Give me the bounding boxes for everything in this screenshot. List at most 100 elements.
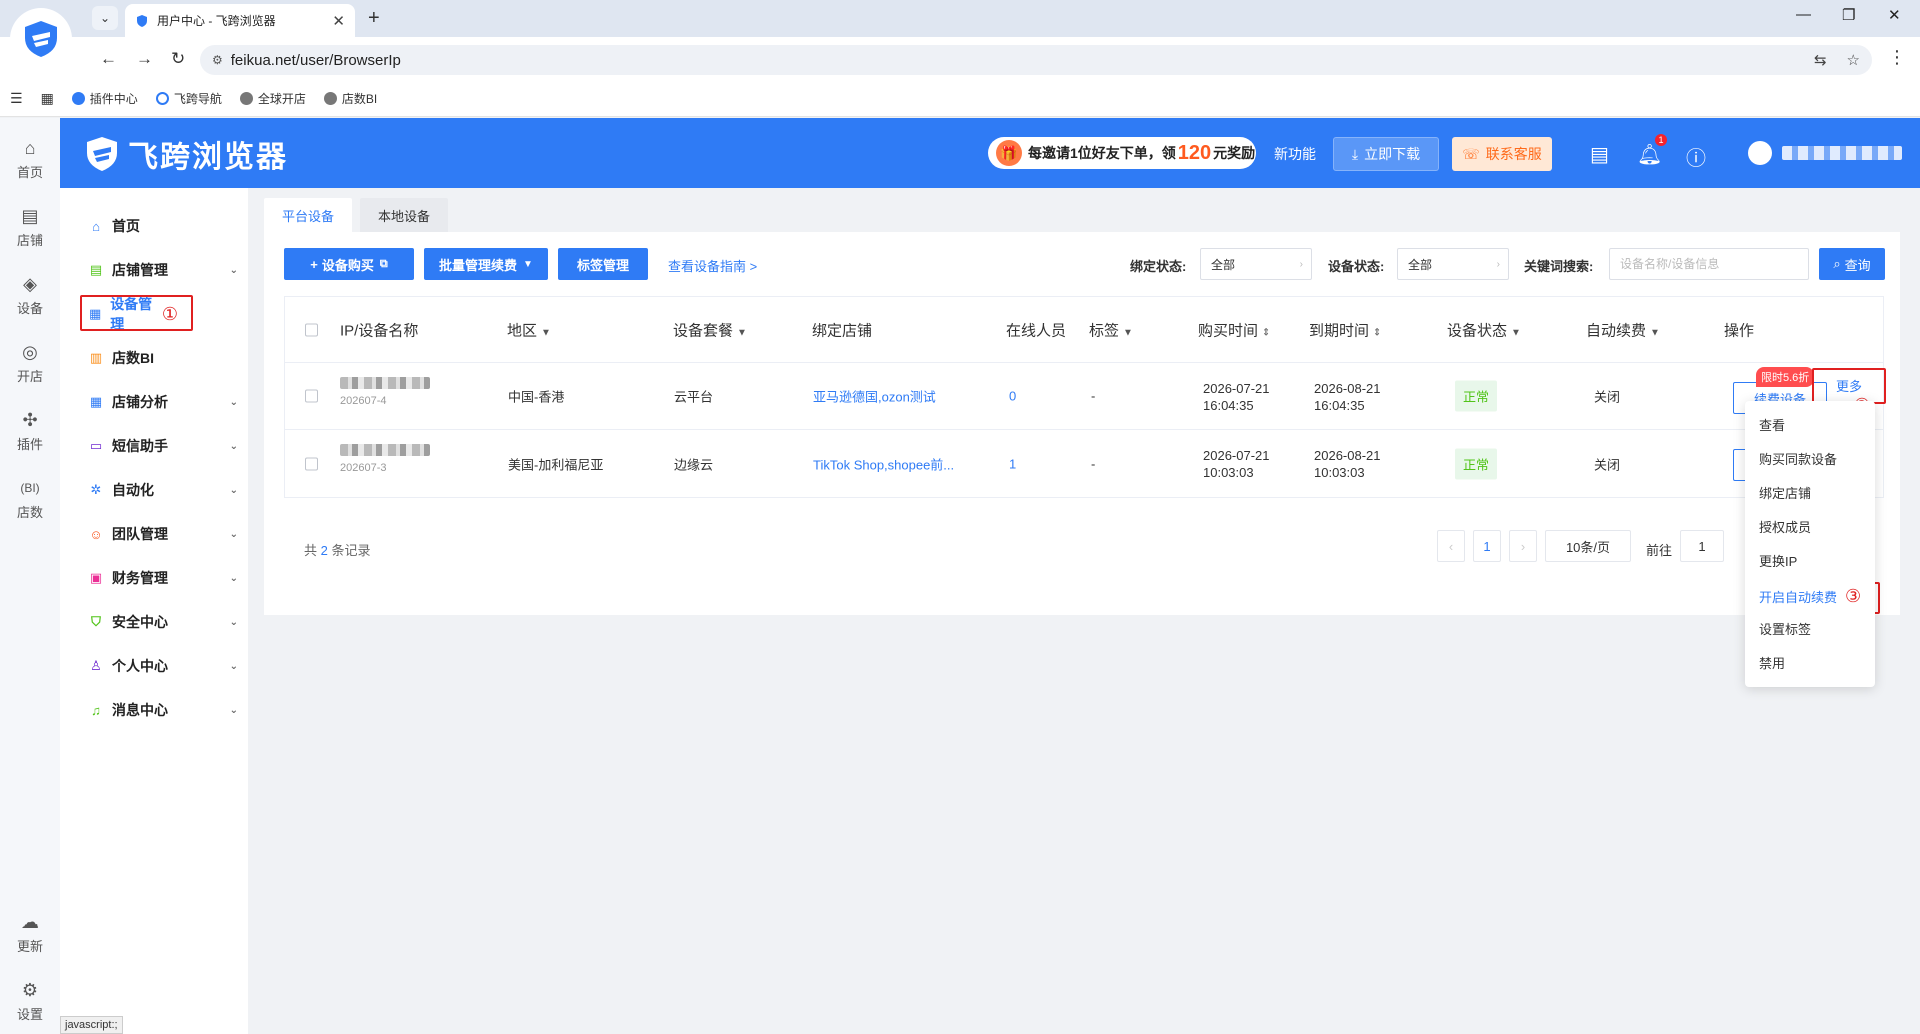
reload-icon[interactable]: ↻ [171, 49, 185, 69]
nav-item-sms[interactable]: ▭ 短信助手 ⌄ [88, 434, 238, 458]
online-count[interactable]: 1 [1009, 456, 1016, 471]
query-button[interactable]: ⌕ 查询 [1819, 248, 1885, 280]
filter-icon[interactable]: ▼ [541, 327, 551, 338]
online-count[interactable]: 0 [1009, 389, 1016, 404]
goto-page-input[interactable]: 1 [1680, 530, 1724, 562]
menu-item-set-tag[interactable]: 设置标签 [1745, 613, 1875, 647]
sort-icon[interactable]: ⇕ [1262, 327, 1270, 338]
bookmark-item[interactable]: 全球开店 [239, 90, 306, 107]
back-icon[interactable]: ← [100, 49, 117, 69]
avatar[interactable] [1748, 141, 1772, 165]
forward-icon[interactable]: → [136, 49, 153, 69]
rail-item-home[interactable]: ⌂ 首页 [0, 138, 60, 181]
col-tag[interactable]: 标签 ▼ [1089, 319, 1133, 340]
tab-search-button[interactable]: ⌄ [92, 6, 118, 30]
external-link-icon: ⧉ [379, 257, 388, 270]
sidebar-toggle-icon[interactable]: ☰ [10, 90, 23, 107]
invite-banner[interactable]: 🎁 每邀请1位好友下单，领 120 元奖励 [988, 137, 1256, 169]
col-region[interactable]: 地区 ▼ [507, 319, 551, 340]
download-icon: ⤓ [1351, 145, 1359, 162]
tab-close-icon[interactable]: ✕ [332, 12, 345, 30]
nav-item-bi[interactable]: ▥ 店数BI [88, 346, 238, 370]
bookmark-item[interactable]: 插件中心 [71, 90, 138, 107]
tab-platform-devices[interactable]: 平台设备 [264, 198, 353, 232]
filter-icon[interactable]: ▼ [1511, 327, 1521, 338]
url-text[interactable]: feikua.net/user/BrowserIp [231, 52, 1794, 69]
menu-item-view[interactable]: 查看 [1745, 409, 1875, 443]
tag-management-button[interactable]: 标签管理 [558, 248, 648, 280]
nav-item-finance[interactable]: ▣ 财务管理 ⌄ [88, 566, 238, 590]
col-expire-time[interactable]: 到期时间 ⇕ [1309, 319, 1381, 340]
apps-grid-icon[interactable]: ▦ [41, 90, 54, 107]
bookmark-star-icon[interactable]: ☆ [1847, 51, 1860, 69]
rail-item-open-store[interactable]: ◎ 开店 [0, 342, 60, 385]
rail-item-plugin[interactable]: ✣ 插件 [0, 410, 60, 453]
browser-tab[interactable]: 用户中心 - 飞跨浏览器 ✕ [125, 4, 355, 37]
rail-label: 更新 [16, 939, 43, 954]
prev-page-button[interactable]: ‹ [1437, 530, 1465, 562]
menu-item-change-ip[interactable]: 更换IP [1745, 545, 1875, 579]
buy-device-button[interactable]: + 设备购买 ⧉ [284, 248, 414, 280]
bookmark-item[interactable]: 店数BI [323, 90, 377, 107]
filter-icon[interactable]: ▼ [737, 327, 747, 338]
app-logo[interactable]: 飞跨浏览器 [82, 132, 288, 176]
row-checkbox[interactable] [305, 389, 318, 403]
filter-icon[interactable]: ▼ [1650, 327, 1660, 338]
tab-local-devices[interactable]: 本地设备 [360, 198, 449, 232]
menu-item-authorize[interactable]: 授权成员 [1745, 511, 1875, 545]
browser-menu-icon[interactable]: ⋮ [1888, 47, 1906, 68]
nav-item-shop-management[interactable]: ▤ 店铺管理 ⌄ [88, 258, 238, 282]
menu-item-disable[interactable]: 禁用 [1745, 647, 1875, 681]
address-bar[interactable]: ⚙ feikua.net/user/BrowserIp ⇆ ☆ [200, 45, 1872, 75]
new-tab-icon[interactable]: + [368, 7, 380, 30]
translate-icon[interactable]: ⇆ [1814, 51, 1827, 69]
nav-item-automation[interactable]: ✲ 自动化 ⌄ [88, 478, 238, 502]
download-button[interactable]: ⤓ 立即下载 [1333, 137, 1439, 171]
menu-item-enable-auto-renew[interactable]: 开启自动续费 ③ [1745, 579, 1875, 613]
notes-icon[interactable]: ▤ [1590, 142, 1609, 167]
filter-icon[interactable]: ▼ [1123, 327, 1133, 338]
restore-icon[interactable]: ❐ [1842, 6, 1855, 24]
rail-item-shop[interactable]: ▤ 店铺 [0, 206, 60, 249]
new-feature-link[interactable]: 新功能 [1274, 144, 1316, 164]
batch-renew-button[interactable]: 批量管理续费 ▼ [424, 248, 548, 280]
col-auto-renew[interactable]: 自动续费 ▼ [1586, 319, 1660, 340]
col-status[interactable]: 设备状态 ▼ [1447, 319, 1521, 340]
site-info-icon[interactable]: ⚙ [212, 53, 223, 67]
nav-item-profile[interactable]: ♙ 个人中心 ⌄ [88, 654, 238, 678]
bookmark-item[interactable]: 飞跨导航 [155, 90, 222, 107]
close-window-icon[interactable]: ✕ [1888, 6, 1901, 24]
rail-item-device[interactable]: ◈ 设备 [0, 274, 60, 317]
shop-link[interactable]: 亚马逊德国,ozon测试 [813, 387, 936, 406]
chevron-down-icon: ⌄ [229, 440, 238, 452]
nav-item-team[interactable]: ☺ 团队管理 ⌄ [88, 522, 238, 546]
nav-item-security[interactable]: ⛉ 安全中心 ⌄ [88, 610, 238, 634]
chevron-down-icon: ⌄ [229, 572, 238, 584]
col-buy-time[interactable]: 购买时间 ⇕ [1198, 319, 1270, 340]
nav-item-messages[interactable]: ♫ 消息中心 ⌄ [88, 698, 238, 722]
rail-item-update[interactable]: ☁ 更新 [0, 912, 60, 955]
menu-item-bind-shop[interactable]: 绑定店铺 [1745, 477, 1875, 511]
page-number[interactable]: 1 [1473, 530, 1501, 562]
username-redacted[interactable] [1782, 146, 1902, 160]
bind-status-select[interactable]: 全部 › [1200, 248, 1312, 280]
menu-item-buy-same[interactable]: 购买同款设备 [1745, 443, 1875, 477]
minimize-icon[interactable]: — [1796, 6, 1811, 23]
nav-item-analysis[interactable]: ▦ 店铺分析 ⌄ [88, 390, 238, 414]
page-size-select[interactable]: 10条/页 [1545, 530, 1631, 562]
next-page-button[interactable]: › [1509, 530, 1537, 562]
col-plan[interactable]: 设备套餐 ▼ [673, 319, 747, 340]
table-header: IP/设备名称 地区 ▼ 设备套餐 ▼ 绑定店铺 在线人员 标签 ▼ 购买时间 ⇕ 到期… [285, 297, 1883, 363]
device-guide-link[interactable]: 查看设备指南 > [668, 256, 757, 275]
row-checkbox[interactable] [305, 457, 318, 470]
rail-item-settings[interactable]: ⚙ 设置 [0, 980, 60, 1023]
contact-service-button[interactable]: ☏ 联系客服 [1452, 137, 1552, 171]
shop-link[interactable]: TikTok Shop,shopee前... [813, 454, 954, 473]
nav-item-home[interactable]: ⌂ 首页 [88, 214, 238, 238]
keyword-search-input[interactable] [1609, 248, 1809, 280]
rail-item-bi[interactable]: (BI) 店数 [0, 478, 60, 521]
device-status-select[interactable]: 全部 › [1397, 248, 1509, 280]
help-icon[interactable]: ⓘ [1686, 142, 1706, 171]
sort-icon[interactable]: ⇕ [1373, 327, 1381, 338]
select-all-checkbox[interactable] [305, 323, 318, 336]
